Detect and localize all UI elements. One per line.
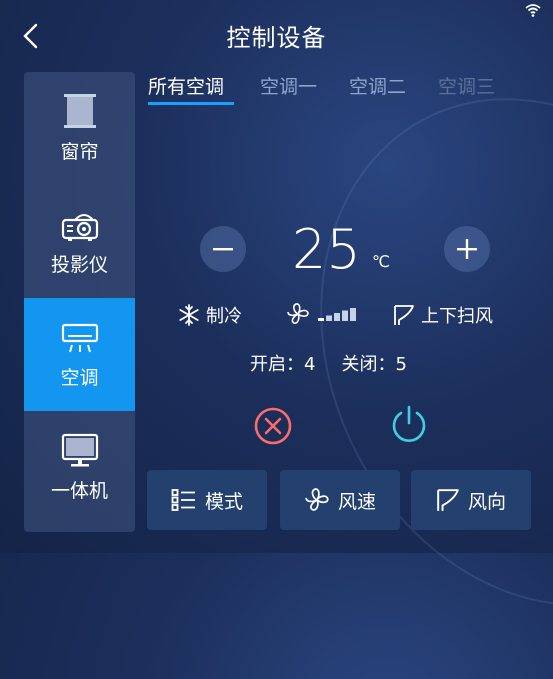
tab-ac-2[interactable]: 空调二 — [349, 72, 406, 99]
fan-speed-status — [286, 302, 366, 326]
temperature-value: 25 — [292, 218, 361, 281]
swing-label: 上下扫风 — [421, 306, 493, 327]
sidebar-item-label: 窗帘 — [60, 141, 99, 163]
wind-direction-button-label: 风向 — [467, 490, 506, 513]
fan-speed-button-label: 风速 — [337, 490, 376, 513]
swing-direction-icon — [394, 305, 414, 325]
swing-direction-icon — [437, 489, 459, 511]
mode-button-label: 模式 — [204, 490, 243, 513]
tab-all-ac[interactable]: 所有空调 — [148, 72, 224, 99]
fan-level-bar — [318, 318, 324, 321]
swing-status: 上下扫风 — [393, 302, 493, 328]
sidebar: 窗帘 投影仪 空调 一体机 — [24, 72, 135, 532]
monitor-icon — [61, 433, 98, 467]
sidebar-item-air-conditioner[interactable]: 空调 — [24, 298, 135, 411]
fan-level-bar — [350, 308, 356, 321]
fan-icon — [287, 303, 309, 324]
air-conditioner-icon — [61, 323, 98, 353]
fan-level-bar — [334, 313, 340, 321]
wifi-icon — [525, 4, 541, 17]
increase-temperature-button[interactable] — [444, 226, 490, 272]
wind-direction-button[interactable]: 风向 — [411, 470, 531, 530]
turn-off-all-icon[interactable] — [252, 405, 294, 447]
page-title: 控制设备 — [226, 24, 327, 52]
active-tab-indicator — [148, 102, 234, 105]
curtain-icon — [63, 94, 96, 128]
device-counts: 开启：4 关闭：5 — [250, 350, 407, 376]
plus-icon — [457, 239, 477, 259]
mode-status: 制冷 — [178, 302, 242, 328]
tab-ac-1[interactable]: 空调一 — [260, 72, 317, 99]
tab-ac-3[interactable]: 空调三 — [438, 72, 495, 99]
power-icon[interactable] — [388, 403, 430, 445]
sidebar-item-label: 一体机 — [50, 480, 108, 502]
sidebar-item-label: 投影仪 — [50, 254, 108, 276]
minus-icon — [213, 248, 233, 251]
fan-icon — [305, 488, 329, 511]
temperature-unit: ℃ — [372, 252, 390, 271]
decrease-temperature-button[interactable] — [200, 226, 246, 272]
fan-level-bar — [326, 315, 332, 321]
fan-level-bar — [342, 310, 348, 321]
ac-tabs: 所有空调 空调一 空调二 空调三 — [148, 72, 508, 106]
on-count: 开启：4 — [250, 354, 316, 375]
fan-speed-level-bars — [318, 308, 356, 321]
mode-list-icon — [171, 489, 195, 511]
sidebar-item-curtain[interactable]: 窗帘 — [24, 72, 135, 185]
projector-icon — [61, 214, 98, 241]
mode-button[interactable]: 模式 — [147, 470, 267, 530]
sidebar-item-label: 空调 — [60, 367, 99, 389]
snowflake-icon — [179, 304, 199, 326]
mode-label: 制冷 — [206, 306, 242, 327]
sidebar-item-monitor[interactable]: 一体机 — [24, 411, 135, 524]
off-count: 关闭：5 — [341, 354, 407, 375]
sidebar-item-projector[interactable]: 投影仪 — [24, 185, 135, 298]
fan-speed-button[interactable]: 风速 — [280, 470, 400, 530]
